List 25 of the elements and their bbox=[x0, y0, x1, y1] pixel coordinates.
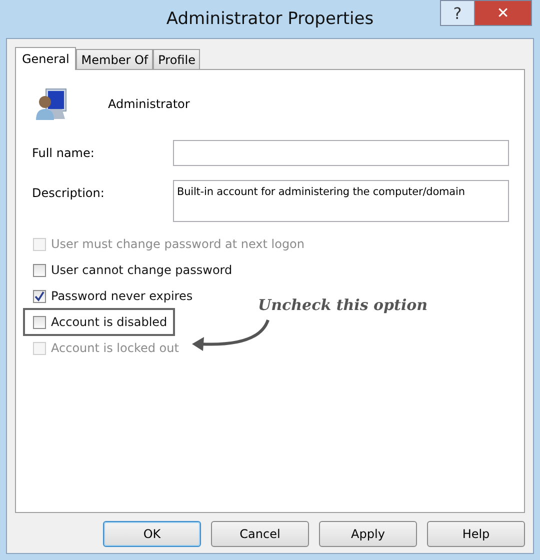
checkbox[interactable] bbox=[33, 290, 46, 302]
tab[interactable]: Member Of bbox=[76, 49, 154, 69]
checkbox-label: Account is locked out bbox=[51, 341, 179, 355]
annotation-text: Uncheck this option bbox=[258, 296, 428, 314]
close-button[interactable]: ✕ bbox=[474, 0, 532, 26]
tab[interactable]: Profile bbox=[153, 49, 200, 69]
checkbox-label: User cannot change password bbox=[51, 263, 232, 277]
help-button[interactable]: ? bbox=[440, 0, 474, 26]
user-computer-icon bbox=[34, 87, 68, 121]
user-name: Administrator bbox=[108, 97, 190, 111]
dialog-button[interactable]: Cancel bbox=[211, 521, 309, 547]
checkbox-label: User must change password at next logon bbox=[51, 237, 305, 251]
checkbox[interactable] bbox=[33, 264, 46, 276]
dialog-button[interactable]: OK bbox=[103, 521, 201, 547]
checkbox-label: Account is disabled bbox=[51, 315, 168, 329]
window-title: Administrator Properties bbox=[166, 9, 374, 29]
dialog-button[interactable]: Help bbox=[427, 521, 525, 547]
field-label: Full name: bbox=[32, 145, 96, 160]
checkbox[interactable] bbox=[33, 316, 46, 328]
checkbox-label: Password never expires bbox=[51, 289, 193, 303]
tab[interactable]: General bbox=[15, 47, 76, 70]
dialog-button[interactable]: Apply bbox=[319, 521, 417, 547]
text-field[interactable] bbox=[173, 140, 509, 166]
text-area[interactable]: Built-in account for administering the computer/domain bbox=[173, 180, 509, 222]
field-label: Description: bbox=[32, 185, 106, 200]
